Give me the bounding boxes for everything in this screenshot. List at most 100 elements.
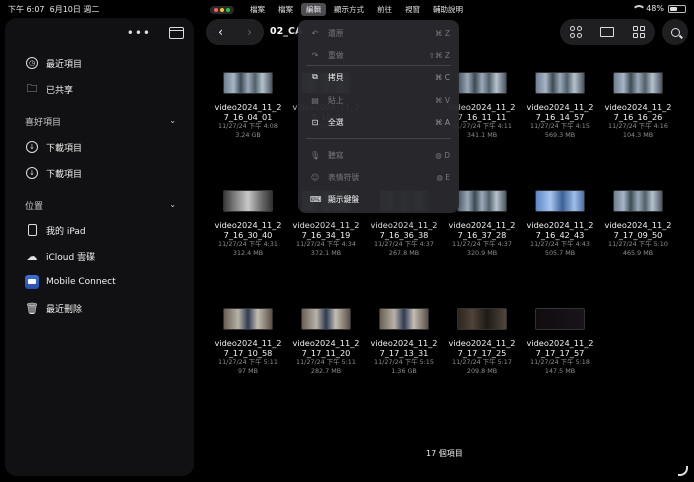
- sidebar-item-icloud[interactable]: ☁ iCloud 雲碟: [25, 249, 96, 263]
- file-date: 11/27/24 下午 4:37: [452, 240, 512, 248]
- battery-percent: 48%: [646, 4, 664, 13]
- file-date: 11/27/24 下午 5:11: [218, 358, 278, 366]
- video-thumbnail: [535, 308, 585, 330]
- file-item[interactable]: video2024_11_2 7_17_17_57 11/27/24 下午 5:18…: [521, 308, 599, 376]
- sidebar-item-downloads-2[interactable]: ↓ 下載項目: [25, 166, 82, 180]
- file-date: 11/27/24 下午 4:16: [608, 122, 668, 130]
- navigation-buttons: ‹ ›: [206, 19, 264, 45]
- file-name: video2024_11_2: [370, 220, 438, 230]
- file-name: 7_16_34_19: [301, 230, 351, 240]
- file-date: 11/27/24 下午 4:31: [218, 240, 278, 248]
- menu-bar: 檔案 檔案 編輯 顯示方式 前往 視窗 輔助說明: [210, 3, 468, 16]
- menu-help[interactable]: 輔助說明: [428, 3, 468, 16]
- video-thumbnail: [457, 72, 507, 94]
- file-name: 7_16_04_01: [223, 112, 273, 122]
- file-size: 505.7 MB: [544, 249, 576, 257]
- zoom-window-dot[interactable]: [226, 7, 230, 12]
- file-name: 7_17_17_57: [535, 348, 585, 358]
- file-item[interactable]: video2024_11_2 7_17_11_20 11/27/24 下午 5:11…: [287, 308, 365, 376]
- video-thumbnail: [301, 308, 351, 330]
- emoji-icon: ☺: [310, 172, 320, 182]
- chevron-down-icon[interactable]: ⌄: [169, 116, 176, 125]
- file-date: 11/27/24 下午 5:10: [608, 240, 668, 248]
- search-button[interactable]: [662, 19, 688, 45]
- paste-icon: ▤: [311, 95, 319, 105]
- file-item[interactable]: video2024_11_2 7_17_09_50 11/27/24 下午 5:10…: [599, 190, 677, 258]
- sidebar-item-recent[interactable]: ◷ 最近項目: [25, 56, 82, 70]
- clock-icon: ◷: [26, 57, 38, 69]
- back-icon[interactable]: ‹: [218, 25, 223, 39]
- video-thumbnail: [379, 308, 429, 330]
- chevron-down-icon[interactable]: ⌄: [169, 200, 176, 209]
- menu-go[interactable]: 前往: [372, 3, 397, 16]
- menu-file[interactable]: 檔案: [273, 3, 298, 16]
- download-icon: ↓: [26, 141, 38, 153]
- menu-edit[interactable]: 編輯: [301, 3, 326, 16]
- menu-undo[interactable]: ↶ 還原 ⌘ Z: [310, 27, 450, 39]
- file-name: video2024_11_2: [214, 102, 282, 112]
- file-name: video2024_11_2: [604, 102, 672, 112]
- close-window-dot[interactable]: [214, 7, 218, 12]
- battery-icon: [668, 4, 686, 13]
- menu-dictation[interactable]: 🎙 聽寫 ◍ D: [310, 149, 450, 161]
- file-item[interactable]: video2024_11_2 7_16_14_57 11/27/24 下午 4:15…: [521, 72, 599, 140]
- file-size: 1.36 GB: [391, 367, 417, 375]
- new-folder-icon[interactable]: [600, 25, 615, 39]
- keyboard-icon: ⌨: [310, 194, 322, 204]
- file-item[interactable]: video2024_11_2 7_16_42_43 11/27/24 下午 4:43…: [521, 190, 599, 258]
- redo-icon: ↷: [311, 50, 319, 60]
- menu-window[interactable]: 視窗: [400, 3, 425, 16]
- menu-copy[interactable]: ⧉ 拷貝 ⌘ C: [310, 71, 450, 83]
- grid-view-icon[interactable]: [632, 25, 646, 39]
- sidebar-item-shared[interactable]: 🗀 已共享: [25, 82, 74, 96]
- file-size: 465.9 MB: [622, 249, 654, 257]
- menu-file-app[interactable]: 檔案: [245, 3, 270, 16]
- video-thumbnail: [613, 190, 663, 212]
- download-icon: ↓: [26, 167, 38, 179]
- sidebar-item-mobile-connect[interactable]: Mobile Connect: [25, 275, 116, 289]
- file-name: 7_17_17_25: [457, 348, 507, 358]
- file-date: 11/27/24 下午 5:17: [452, 358, 512, 366]
- menu-show-keyboard[interactable]: ⌨ 顯示鍵盤: [310, 193, 450, 205]
- favorites-header[interactable]: 喜好項目: [25, 115, 61, 128]
- forward-icon[interactable]: ›: [247, 25, 252, 39]
- file-name: 7_17_11_20: [301, 348, 351, 358]
- file-name: 7_17_09_50: [613, 230, 663, 240]
- file-item[interactable]: video2024_11_2 7_17_17_25 11/27/24 下午 5:17…: [443, 308, 521, 376]
- sidebar-item-my-ipad[interactable]: 我的 iPad: [25, 223, 86, 237]
- sidebar: ••• ◷ 最近項目 🗀 已共享 喜好項目 ⌄ ↓ 下載項目 ↓ 下載項目 位置…: [5, 18, 194, 476]
- file-size: 320.9 MB: [466, 249, 498, 257]
- file-item[interactable]: video2024_11_2 7_17_13_31 11/27/24 下午 5:15…: [365, 308, 443, 376]
- resize-handle-icon[interactable]: [678, 466, 688, 476]
- menu-redo[interactable]: ↷ 重做 ⇧⌘ Z: [310, 49, 450, 61]
- file-date: 11/27/24 下午 5:18: [530, 358, 590, 366]
- sidebar-toggle-icon[interactable]: [169, 27, 184, 39]
- file-item[interactable]: video2024_11_2 7_16_30_40 11/27/24 下午 4:31…: [209, 190, 287, 258]
- file-name: video2024_11_2: [292, 338, 360, 348]
- sidebar-item-downloads[interactable]: ↓ 下載項目: [25, 140, 82, 154]
- file-item[interactable]: video2024_11_2 7_16_04_01 11/27/24 下午 4:08…: [209, 72, 287, 140]
- file-item[interactable]: video2024_11_2 7_17_10_58 11/27/24 下午 5:11…: [209, 308, 287, 376]
- file-size: 147.5 MB: [544, 367, 576, 375]
- group-options-icon[interactable]: [569, 25, 583, 39]
- file-name: video2024_11_2: [214, 220, 282, 230]
- minimize-window-dot[interactable]: [220, 7, 224, 12]
- item-count: 17 個項目: [426, 449, 463, 458]
- menu-select-all[interactable]: ⊡ 全選 ⌘ A: [310, 116, 450, 128]
- video-thumbnail: [457, 308, 507, 330]
- video-thumbnail: [535, 190, 585, 212]
- more-options-icon[interactable]: •••: [127, 26, 151, 40]
- video-thumbnail: [457, 190, 507, 212]
- menu-paste[interactable]: ▤ 貼上 ⌘ V: [310, 94, 450, 106]
- sidebar-item-recently-deleted[interactable]: 🗑 最近刪除: [25, 301, 82, 315]
- menu-emoji[interactable]: ☺ 表情符號 ◍ E: [310, 171, 450, 183]
- menu-view[interactable]: 顯示方式: [329, 3, 369, 16]
- window-controls[interactable]: [210, 5, 234, 14]
- file-size: 3.24 GB: [235, 131, 261, 139]
- file-size: 104.3 MB: [622, 131, 654, 139]
- file-date: 11/27/24 下午 4:15: [530, 122, 590, 130]
- file-name: 7_17_10_58: [223, 348, 273, 358]
- file-size: 372.1 MB: [310, 249, 342, 257]
- file-item[interactable]: video2024_11_2 7_16_16_26 11/27/24 下午 4:16…: [599, 72, 677, 140]
- locations-header[interactable]: 位置: [25, 199, 43, 212]
